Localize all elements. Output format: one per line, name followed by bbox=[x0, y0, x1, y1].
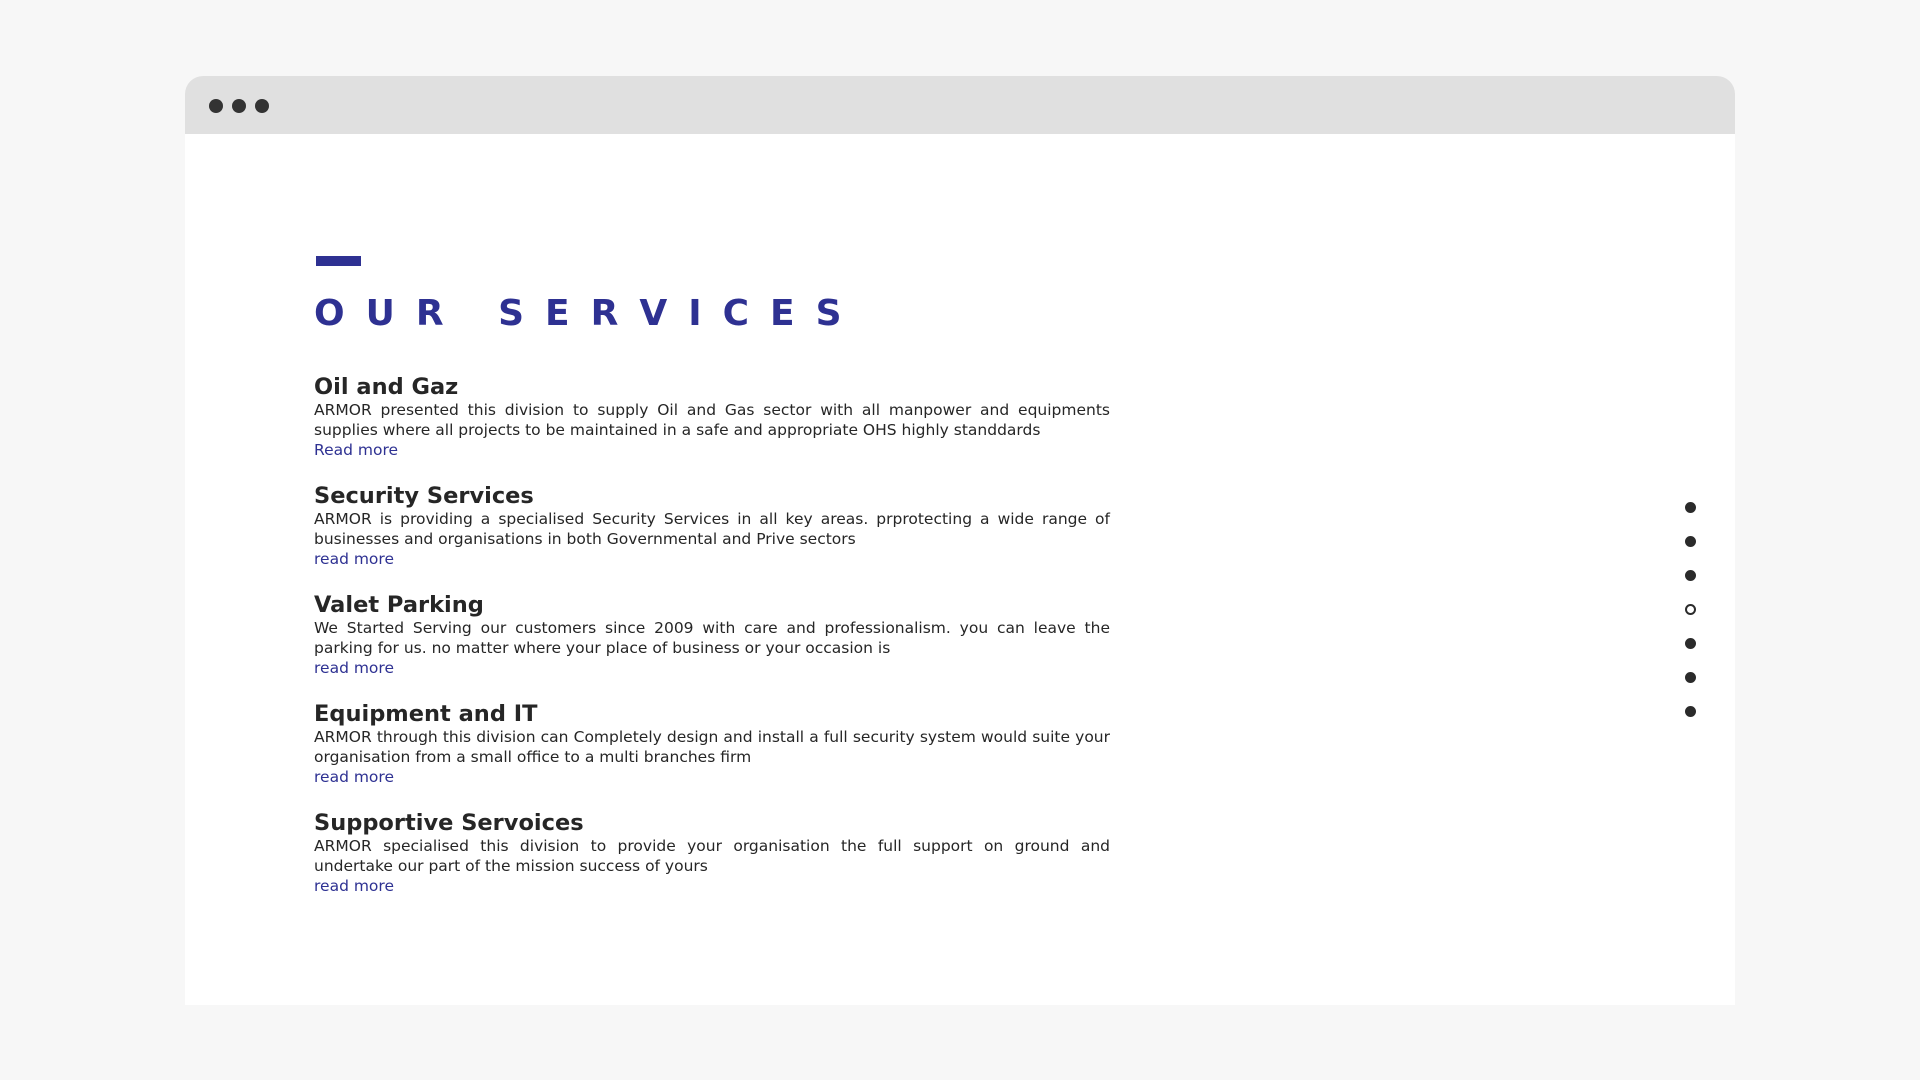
service-item-valet-parking: Valet Parking We Started Serving our cus… bbox=[314, 592, 1110, 678]
read-more-link[interactable]: read more bbox=[314, 549, 394, 569]
service-title: Oil and Gaz bbox=[314, 374, 459, 400]
service-item-equipment-and-it: Equipment and IT ARMOR through this divi… bbox=[314, 701, 1110, 787]
service-description: ARMOR specialised this division to provi… bbox=[314, 837, 1110, 875]
window-control-dot[interactable] bbox=[232, 99, 246, 113]
service-title: Supportive Servoices bbox=[314, 810, 584, 836]
browser-titlebar bbox=[185, 76, 1735, 134]
read-more-link[interactable]: read more bbox=[314, 658, 394, 678]
slide-dot-navigation bbox=[1685, 502, 1699, 740]
service-item-oil-and-gaz: Oil and Gaz ARMOR presented this divisio… bbox=[314, 374, 1110, 460]
service-description: ARMOR through this division can Complete… bbox=[314, 728, 1110, 766]
service-description: We Started Serving our customers since 2… bbox=[314, 619, 1110, 657]
slide-dot-active[interactable] bbox=[1685, 604, 1696, 615]
window-control-dot[interactable] bbox=[209, 99, 223, 113]
service-list: Oil and Gaz ARMOR presented this divisio… bbox=[314, 374, 1110, 896]
service-description: ARMOR is providing a specialised Securit… bbox=[314, 510, 1110, 548]
service-item-security-services: Security Services ARMOR is providing a s… bbox=[314, 483, 1110, 569]
slide-dot[interactable] bbox=[1685, 502, 1696, 513]
section-title: OUR SERVICES bbox=[314, 293, 863, 334]
slide-dot[interactable] bbox=[1685, 672, 1696, 683]
service-description: ARMOR presented this division to supply … bbox=[314, 401, 1110, 439]
title-accent-bar bbox=[316, 256, 361, 266]
slide-dot[interactable] bbox=[1685, 638, 1696, 649]
service-item-supportive-servoices: Supportive Servoices ARMOR specialised t… bbox=[314, 810, 1110, 896]
read-more-link[interactable]: read more bbox=[314, 876, 394, 896]
read-more-link[interactable]: read more bbox=[314, 767, 394, 787]
slide-dot[interactable] bbox=[1685, 570, 1696, 581]
slide-dot[interactable] bbox=[1685, 706, 1696, 717]
read-more-link[interactable]: Read more bbox=[314, 440, 398, 460]
browser-window: OUR SERVICES Oil and Gaz ARMOR presented… bbox=[185, 76, 1735, 1005]
service-title: Valet Parking bbox=[314, 592, 484, 618]
window-control-dot[interactable] bbox=[255, 99, 269, 113]
service-title: Equipment and IT bbox=[314, 701, 538, 727]
services-section: OUR SERVICES Oil and Gaz ARMOR presented… bbox=[314, 256, 1110, 919]
service-title: Security Services bbox=[314, 483, 534, 509]
slide-dot[interactable] bbox=[1685, 536, 1696, 547]
